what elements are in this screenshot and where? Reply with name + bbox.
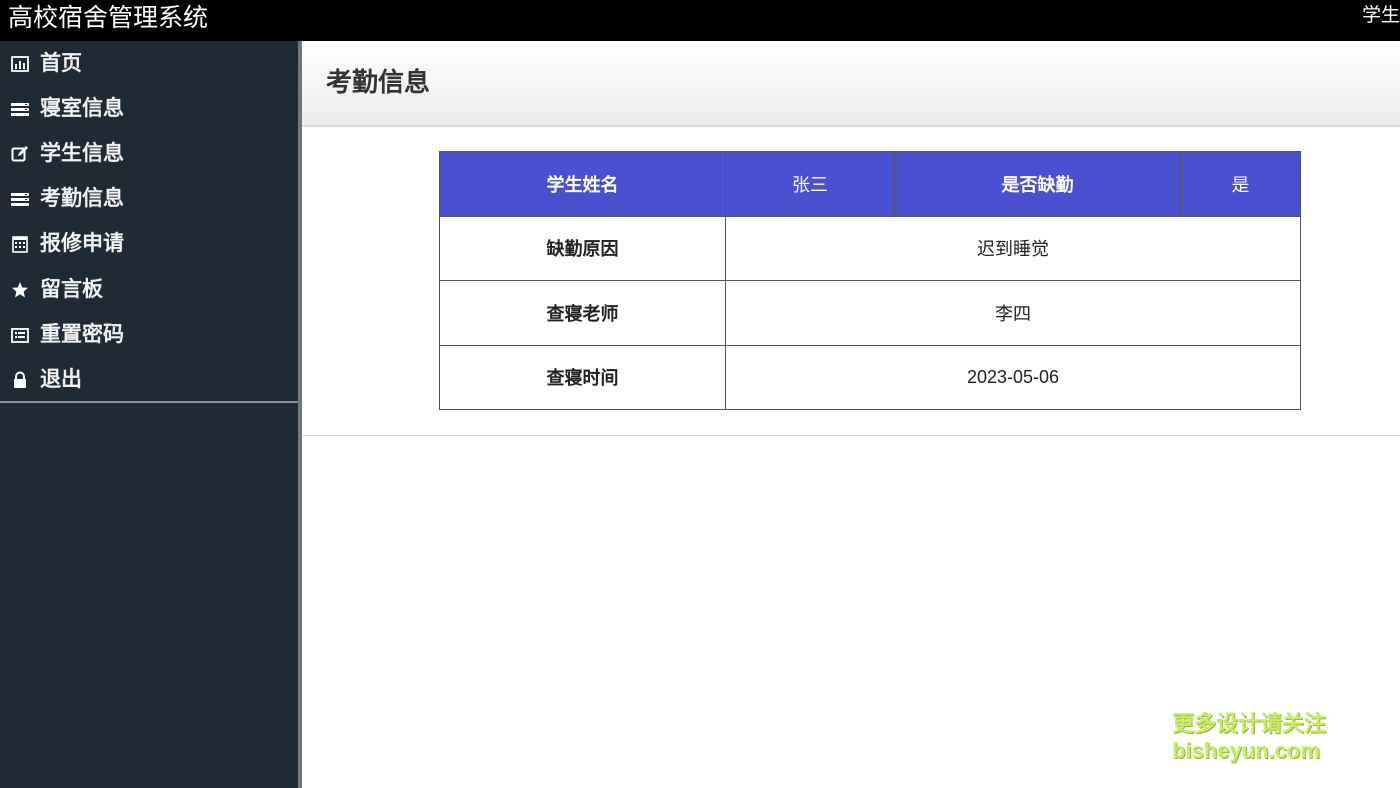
sidebar-item-label: 考勤信息 <box>40 187 124 211</box>
sidebar-divider <box>0 401 298 403</box>
sidebar-item-label: 重置密码 <box>40 322 124 346</box>
watermark: 更多设计请关注 bisheyun.com <box>1172 710 1342 764</box>
sidebar-item-label: 退出 <box>40 367 82 391</box>
sidebar-item-student-info[interactable]: 学生信息 <box>0 131 298 176</box>
user-role-label[interactable]: 学生 <box>1362 4 1400 28</box>
absent-label: 是否缺勤 <box>894 151 1181 217</box>
sidebar-item-repair-request[interactable]: 报修申请 <box>0 222 298 267</box>
inspection-time-label: 查寝时间 <box>439 344 726 410</box>
student-name-label: 学生姓名 <box>439 151 726 217</box>
lock-icon <box>10 370 30 390</box>
sidebar-item-dorm-info[interactable]: 寝室信息 <box>0 86 298 131</box>
list-icon <box>10 189 30 209</box>
sidebar-item-logout[interactable]: 退出 <box>0 357 298 402</box>
sidebar-nav: 首页 寝室信息 学生信息 考勤信息 报修申请 留言板 重置密码 退出 <box>0 41 298 403</box>
app-title: 高校宿舍管理系统 <box>8 3 209 32</box>
calendar-icon <box>10 234 30 254</box>
page-title: 考勤信息 <box>326 67 431 97</box>
sidebar-item-label: 学生信息 <box>40 141 124 165</box>
sidebar-item-label: 留言板 <box>40 277 103 301</box>
sidebar-item-label: 寝室信息 <box>40 96 124 120</box>
main-content: 考勤信息 学生姓名 张三 是否缺勤 是 缺勤原因 迟到睡觉 查寝老师 李四 查寝… <box>302 41 1400 788</box>
sidebar-item-attendance[interactable]: 考勤信息 <box>0 177 298 222</box>
sidebar-item-home[interactable]: 首页 <box>0 41 298 86</box>
absence-reason-label: 缺勤原因 <box>439 215 726 281</box>
absent-value: 是 <box>1180 151 1301 217</box>
edit-icon <box>10 144 30 164</box>
table-row: 学生姓名 张三 是否缺勤 是 <box>439 151 1301 217</box>
student-name-value: 张三 <box>725 151 895 217</box>
attendance-detail-table: 学生姓名 张三 是否缺勤 是 缺勤原因 迟到睡觉 查寝老师 李四 查寝时间 20… <box>439 151 1301 410</box>
sidebar-item-reset-password[interactable]: 重置密码 <box>0 312 298 357</box>
table-row: 缺勤原因 迟到睡觉 <box>439 215 1301 281</box>
star-icon <box>10 280 30 300</box>
table-icon <box>10 325 30 345</box>
table-row: 查寝老师 李四 <box>439 280 1301 346</box>
list-icon <box>10 99 30 119</box>
watermark-line2: bisheyun.com <box>1172 738 1320 763</box>
top-bar: 高校宿舍管理系统 学生 <box>0 0 1400 41</box>
sidebar: 首页 寝室信息 学生信息 考勤信息 报修申请 留言板 重置密码 退出 <box>0 41 298 788</box>
watermark-line1: 更多设计请关注 <box>1172 711 1327 736</box>
inspection-time-value: 2023-05-06 <box>725 344 1301 410</box>
bar-chart-icon <box>10 54 30 74</box>
content-divider <box>302 435 1400 436</box>
table-row: 查寝时间 2023-05-06 <box>439 344 1301 410</box>
sidebar-item-label: 首页 <box>40 51 82 75</box>
sidebar-item-label: 报修申请 <box>40 232 124 256</box>
absence-reason-value: 迟到睡觉 <box>725 215 1301 281</box>
sidebar-item-message-board[interactable]: 留言板 <box>0 267 298 312</box>
inspector-teacher-value: 李四 <box>725 280 1301 346</box>
inspector-teacher-label: 查寝老师 <box>439 280 726 346</box>
page-header: 考勤信息 <box>302 41 1400 127</box>
